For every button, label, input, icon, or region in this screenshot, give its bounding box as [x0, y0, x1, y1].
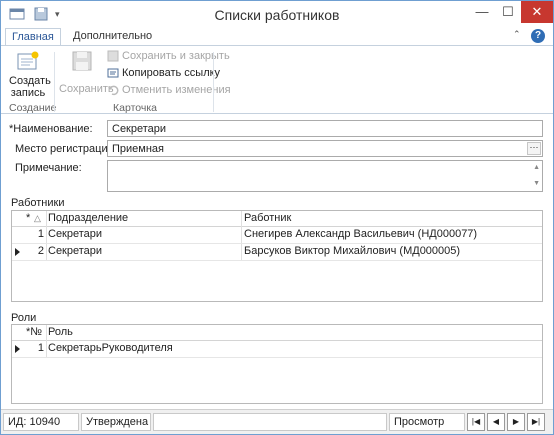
tab-additional[interactable]: Дополнительно	[67, 28, 158, 45]
current-row-marker-icon	[15, 345, 20, 353]
row-number: 1	[37, 228, 44, 240]
undo-changes-label: Отменить изменения	[122, 84, 231, 96]
ribbon-separator	[54, 52, 55, 112]
table-row[interactable]: 2 Секретари Барсуков Виктор Михайлович (…	[12, 244, 542, 261]
copy-link-button[interactable]: Копировать ссылку	[107, 65, 220, 81]
create-label-line2: запись	[10, 87, 46, 99]
roles-table[interactable]: *№ Роль 1 СекретарьРуководителя	[11, 324, 543, 404]
scroll-down-icon[interactable]: ▼	[533, 178, 540, 190]
select-place-button[interactable]: ···	[527, 142, 541, 155]
name-label: *Наименование:	[9, 123, 93, 135]
place-label: Место регистрации:	[15, 143, 117, 155]
create-record-icon	[17, 51, 39, 70]
note-field[interactable]: ▲ ▼	[107, 160, 543, 192]
group-create-label: Создание	[9, 102, 57, 114]
title-bar: ▾ Списки работников — ☐ ✕	[1, 1, 553, 28]
row-worker: Барсуков Виктор Михайлович (МД000005)	[244, 245, 461, 257]
row-worker: Снегирев Александр Васильевич (НД000077)	[244, 228, 478, 240]
col-role[interactable]: Роль	[48, 325, 248, 341]
scroll-up-icon[interactable]: ▲	[533, 162, 540, 174]
last-record-button[interactable]: ▶|	[527, 413, 545, 431]
col-number[interactable]: *№	[26, 325, 46, 341]
col-worker[interactable]: Работник	[244, 211, 534, 227]
roles-table-header: *№ Роль	[12, 325, 542, 341]
status-bar: ИД: 10940 Утверждена Просмотр |◀ ◀ ▶ ▶|	[1, 409, 553, 434]
copy-link-label: Копировать ссылку	[122, 67, 221, 79]
save-icon	[72, 51, 92, 71]
collapse-ribbon-icon[interactable]: ⌃	[513, 29, 521, 40]
ribbon-tabs: Главная Дополнительно ⌃ ?	[1, 28, 553, 46]
table-row[interactable]: 1 СекретарьРуководителя	[12, 341, 542, 358]
group-card-label: Карточка	[113, 102, 157, 114]
row-number: 1	[37, 342, 44, 354]
sort-icon[interactable]: △	[34, 211, 44, 227]
close-button[interactable]: ✕	[521, 1, 553, 23]
workers-section-title: Работники	[11, 197, 65, 209]
maximize-button[interactable]: ☐	[495, 1, 521, 23]
row-number: 2	[37, 245, 44, 257]
ribbon-separator	[213, 52, 214, 112]
workers-table-header: * △ Подразделение Работник	[12, 211, 542, 227]
save-label: Сохранить	[59, 83, 114, 95]
mode-indicator: Просмотр	[389, 413, 465, 431]
create-label-line1: Создать	[9, 75, 51, 87]
row-role: СекретарьРуководителя	[48, 342, 173, 354]
col-department[interactable]: Подразделение	[48, 211, 238, 227]
table-row[interactable]: 1 Секретари Снегирев Александр Васильеви…	[12, 227, 542, 244]
save-close-button[interactable]: Сохранить и закрыть	[107, 48, 230, 64]
tab-main[interactable]: Главная	[5, 28, 61, 46]
workers-table[interactable]: * △ Подразделение Работник 1 Секретари С…	[11, 210, 543, 302]
record-id: ИД: 10940	[3, 413, 79, 431]
current-row-marker-icon	[15, 248, 20, 256]
copy-link-icon	[107, 67, 119, 79]
save-button[interactable]: Сохранить	[59, 50, 114, 95]
col-required: *	[26, 212, 31, 224]
help-icon[interactable]: ?	[531, 29, 545, 43]
row-department: Секретари	[48, 245, 103, 257]
undo-icon	[107, 84, 119, 96]
main-window: ▾ Списки работников — ☐ ✕ Главная Дополн…	[0, 0, 554, 435]
note-label: Примечание:	[15, 162, 82, 174]
row-department: Секретари	[48, 228, 103, 240]
next-record-button[interactable]: ▶	[507, 413, 525, 431]
place-field[interactable]: Приемная ···	[107, 140, 543, 157]
save-close-icon	[107, 50, 119, 62]
status-empty-box	[153, 413, 387, 431]
minimize-button[interactable]: —	[469, 1, 495, 23]
place-value: Приемная	[112, 143, 164, 155]
name-field[interactable]: Секретари	[107, 120, 543, 137]
create-record-button[interactable]: Создать запись	[9, 50, 51, 99]
previous-record-button[interactable]: ◀	[487, 413, 505, 431]
record-state: Утверждена	[81, 413, 151, 431]
first-record-button[interactable]: |◀	[467, 413, 485, 431]
roles-section-title: Роли	[11, 312, 37, 324]
ribbon: Создать запись Создание Сохранить Сохран…	[1, 45, 553, 114]
